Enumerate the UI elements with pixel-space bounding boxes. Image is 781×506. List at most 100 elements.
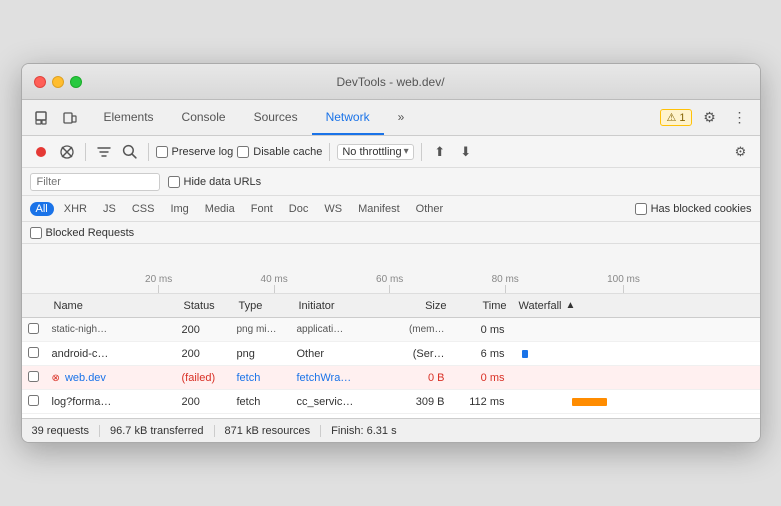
preserve-log-label[interactable]: Preserve log [156, 146, 234, 158]
inspect-icon[interactable] [30, 106, 54, 130]
table-body: static-nigh… 200 png mim… applicati… (me… [22, 318, 760, 418]
table-row[interactable]: android-c… 200 png Other (Ser… 6 ms [22, 342, 760, 366]
th-status[interactable]: Status [178, 300, 233, 312]
download-icon[interactable]: ⬇ [455, 141, 477, 163]
clear-button[interactable] [56, 141, 78, 163]
tab-console[interactable]: Console [168, 100, 240, 135]
timeline-header: 20 ms 40 ms 60 ms 80 ms 100 ms [22, 244, 760, 294]
row-status: 200 [176, 396, 231, 408]
row-size: 0 B [391, 372, 451, 384]
row-checkbox[interactable] [22, 347, 46, 361]
row-time: 112 ms [451, 396, 511, 408]
upload-icon[interactable]: ⬆ [429, 141, 451, 163]
preserve-log-checkbox[interactable] [156, 146, 168, 158]
th-size[interactable]: Size [393, 300, 453, 312]
more-options-icon[interactable]: ⋮ [728, 106, 752, 130]
disable-cache-checkbox[interactable] [237, 146, 249, 158]
tick-20ms: 20 ms [145, 274, 172, 293]
row-checkbox[interactable] [22, 371, 46, 385]
tab-elements[interactable]: Elements [90, 100, 168, 135]
throttle-wrapper[interactable]: No throttling ▾ [337, 144, 413, 160]
row-type: png [231, 348, 291, 360]
filter-types-row: All XHR JS CSS Img Media Font Doc WS Man… [22, 196, 760, 222]
divider-3 [329, 143, 330, 161]
search-icon[interactable] [119, 141, 141, 163]
filter-media[interactable]: Media [199, 202, 241, 216]
maximize-button[interactable] [70, 76, 82, 88]
tab-icons [30, 100, 90, 135]
record-button[interactable] [30, 141, 52, 163]
filter-xhr[interactable]: XHR [58, 202, 93, 216]
tab-more[interactable]: » [384, 100, 419, 135]
filter-js[interactable]: JS [97, 202, 122, 216]
filter-doc[interactable]: Doc [283, 202, 315, 216]
divider-4 [421, 143, 422, 161]
row-time: 6 ms [451, 348, 511, 360]
filter-icon[interactable] [93, 141, 115, 163]
network-settings-icon[interactable]: ⚙ [730, 141, 752, 163]
row-name: android-c… [46, 348, 176, 360]
row-checkbox[interactable] [22, 395, 46, 409]
row-size: (mem… [391, 324, 451, 335]
filter-all[interactable]: All [30, 202, 54, 216]
waterfall-bar [572, 398, 607, 406]
filter-manifest[interactable]: Manifest [352, 202, 406, 216]
th-type[interactable]: Type [233, 300, 293, 312]
blocked-requests-label[interactable]: Blocked Requests [30, 227, 135, 239]
th-waterfall[interactable]: Waterfall ▲ [513, 300, 758, 312]
table-header: Name Status Type Initiator Size Time Wat… [22, 294, 760, 318]
footer-resources: 871 kB resources [215, 425, 322, 437]
tick-40ms: 40 ms [261, 274, 288, 293]
network-toolbar: Preserve log Disable cache No throttling… [22, 136, 760, 168]
hide-data-urls-label[interactable]: Hide data URLs [168, 176, 262, 188]
window-title: DevTools - web.dev/ [336, 75, 444, 89]
warning-badge[interactable]: ⚠ 1 [660, 109, 691, 126]
filter-ws[interactable]: WS [318, 202, 348, 216]
divider-1 [85, 143, 86, 161]
row-time: 0 ms [451, 324, 511, 336]
has-blocked-cookies-checkbox[interactable] [635, 203, 647, 215]
row-size: 309 B [391, 396, 451, 408]
th-time[interactable]: Time [453, 300, 513, 312]
device-icon[interactable] [58, 106, 82, 130]
throttle-arrow: ▾ [404, 146, 409, 157]
divider-2 [148, 143, 149, 161]
row-name: log?forma… [46, 396, 176, 408]
filter-other[interactable]: Other [410, 202, 450, 216]
waterfall-sort-icon: ▲ [566, 300, 576, 311]
filter-css[interactable]: CSS [126, 202, 161, 216]
filter-row: Hide data URLs [22, 168, 760, 196]
table-row[interactable]: log?forma… 200 fetch cc_servic… 309 B 11… [22, 390, 760, 414]
th-name[interactable]: Name [48, 300, 178, 312]
filter-img[interactable]: Img [164, 202, 194, 216]
tick-100ms: 100 ms [607, 274, 640, 293]
row-waterfall [511, 396, 760, 408]
tab-sources[interactable]: Sources [240, 100, 312, 135]
hide-data-urls-checkbox[interactable] [168, 176, 180, 188]
has-blocked-cookies-label[interactable]: Has blocked cookies [635, 203, 752, 215]
th-initiator[interactable]: Initiator [293, 300, 393, 312]
row-checkbox[interactable] [22, 323, 46, 337]
table-row[interactable]: ⊗ web.dev (failed) fetch fetchWra… 0 B 0… [22, 366, 760, 390]
timeline-ruler: 20 ms 40 ms 60 ms 80 ms 100 ms [30, 263, 752, 293]
disable-cache-label[interactable]: Disable cache [237, 146, 322, 158]
minimize-button[interactable] [52, 76, 64, 88]
row-name: static-nigh… [46, 324, 176, 335]
filter-input[interactable] [30, 173, 160, 191]
row-status: 200 [176, 324, 231, 336]
tabs-bar: Elements Console Sources Network » ⚠ 1 ⚙… [22, 100, 760, 136]
blocked-requests-checkbox[interactable] [30, 227, 42, 239]
row-type: fetch [231, 396, 291, 408]
tab-network[interactable]: Network [312, 100, 384, 135]
tick-80ms: 80 ms [492, 274, 519, 293]
table-row[interactable]: static-nigh… 200 png mim… applicati… (me… [22, 318, 760, 342]
main-tabs: Elements Console Sources Network » [90, 100, 419, 135]
settings-icon[interactable]: ⚙ [698, 106, 722, 130]
row-name: ⊗ web.dev [46, 372, 176, 384]
footer-requests: 39 requests [32, 425, 100, 437]
close-button[interactable] [34, 76, 46, 88]
filter-font[interactable]: Font [245, 202, 279, 216]
tick-60ms: 60 ms [376, 274, 403, 293]
error-icon: ⊗ [52, 373, 60, 384]
row-initiator[interactable]: fetchWra… [291, 372, 391, 384]
